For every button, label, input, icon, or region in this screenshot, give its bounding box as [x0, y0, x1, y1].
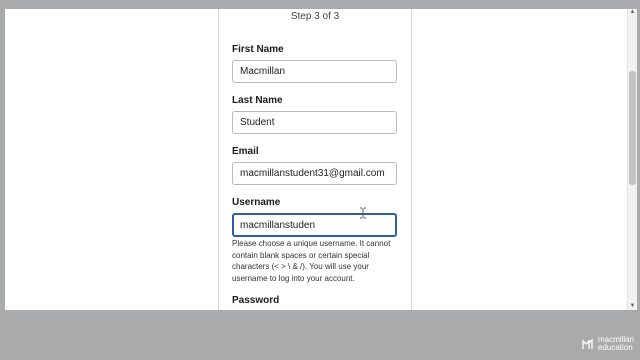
- username-field[interactable]: [232, 213, 397, 237]
- password-label: Password: [232, 295, 280, 306]
- step-indicator: Step 3 of 3: [290, 11, 340, 22]
- scroll-up-icon[interactable]: ▲: [629, 9, 636, 16]
- macmillan-logo-icon: [582, 338, 593, 349]
- browser-viewport: Step 3 of 3 First Name Last Name Email U…: [5, 9, 637, 310]
- scroll-thumb[interactable]: [629, 71, 636, 185]
- scroll-down-icon[interactable]: ▼: [629, 303, 636, 310]
- screen-frame: Step 3 of 3 First Name Last Name Email U…: [0, 0, 640, 360]
- first-name-label: First Name: [232, 44, 284, 55]
- vertical-scrollbar[interactable]: ▲ ▼: [627, 9, 637, 310]
- email-label: Email: [232, 146, 259, 157]
- registration-form: Step 3 of 3 First Name Last Name Email U…: [218, 9, 412, 310]
- username-label: Username: [232, 197, 281, 208]
- text-cursor-icon: [359, 207, 367, 219]
- brand-line-2: education: [597, 343, 633, 352]
- brand-text: macmillan education: [598, 336, 634, 352]
- first-name-field[interactable]: [232, 60, 397, 83]
- last-name-field[interactable]: [232, 111, 397, 134]
- email-field[interactable]: [232, 162, 397, 185]
- macmillan-education-logo: macmillan education: [582, 335, 634, 353]
- last-name-label: Last Name: [232, 95, 283, 106]
- username-hint: Please choose a unique username. It cann…: [232, 239, 391, 283]
